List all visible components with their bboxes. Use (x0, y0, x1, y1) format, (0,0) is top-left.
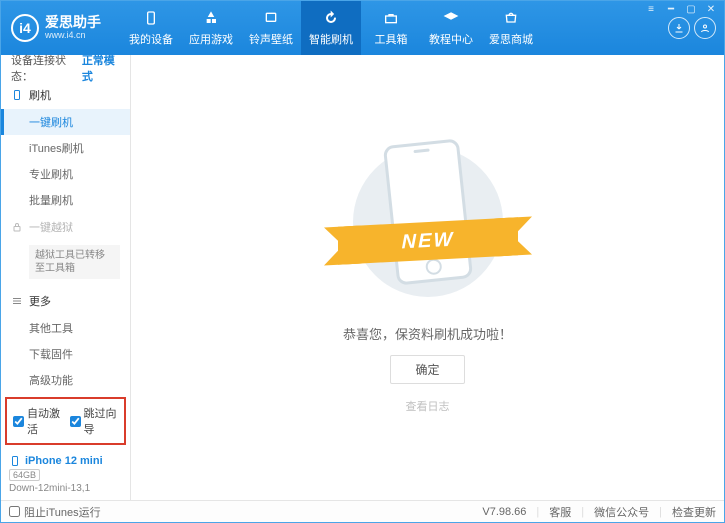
sidebar-item-download-firmware[interactable]: 下载固件 (1, 341, 130, 367)
sidebar: 设备连接状态： 正常模式 刷机 一键刷机 iTunes刷机 专业刷机 批量刷机 … (1, 55, 131, 500)
media-icon (262, 9, 280, 27)
success-illustration: NEW (338, 142, 518, 312)
nav-label: 应用游戏 (189, 31, 233, 47)
list-icon (11, 295, 23, 307)
sidebar-list: 刷机 一键刷机 iTunes刷机 专业刷机 批量刷机 一键越狱 越狱工具已转移至… (1, 81, 130, 393)
footer-service[interactable]: 客服 (549, 504, 571, 520)
titlebar: i4 爱思助手 www.i4.cn 我的设备 应用游戏 铃声壁纸 智能刷机 (1, 1, 724, 55)
nav-toolbox[interactable]: 工具箱 (361, 1, 421, 55)
phone-icon (142, 9, 160, 27)
main-content: NEW 恭喜您，保资料刷机成功啦！ 确定 查看日志 (131, 55, 724, 500)
footer-wechat[interactable]: 微信公众号 (594, 504, 649, 520)
nav-app-games[interactable]: 应用游戏 (181, 1, 241, 55)
status-bar: 阻止iTunes运行 V7.98.66 | 客服 | 微信公众号 | 检查更新 (1, 500, 724, 522)
download-icon[interactable] (668, 17, 690, 39)
main-nav: 我的设备 应用游戏 铃声壁纸 智能刷机 工具箱 教程中心 (121, 1, 668, 55)
status-value: 正常模式 (82, 52, 120, 84)
sidebar-item-other-tools[interactable]: 其他工具 (1, 315, 130, 341)
footer-check-update[interactable]: 检查更新 (672, 504, 716, 520)
body: 设备连接状态： 正常模式 刷机 一键刷机 iTunes刷机 专业刷机 批量刷机 … (1, 55, 724, 500)
checkbox-skip-guide[interactable]: 跳过向导 (70, 405, 119, 437)
window-controls: ≡ ━ ▢ ✕ (644, 3, 718, 15)
brand-url: www.i4.cn (45, 31, 101, 41)
nav-smart-flash[interactable]: 智能刷机 (301, 1, 361, 55)
success-message: 恭喜您，保资料刷机成功啦！ (343, 324, 512, 343)
menu-icon[interactable]: ≡ (644, 3, 658, 15)
grad-cap-icon (442, 9, 460, 27)
sidebar-options: 自动激活 跳过向导 (5, 397, 126, 445)
nav-label: 工具箱 (375, 31, 408, 47)
close-icon[interactable]: ✕ (704, 3, 718, 15)
device-storage-badge: 64GB (9, 469, 40, 481)
checkbox-block-itunes[interactable]: 阻止iTunes运行 (9, 504, 101, 520)
sidebar-head-jailbreak: 一键越狱 (1, 213, 130, 241)
logo-icon: i4 (11, 14, 39, 42)
sidebar-item-pro-flash[interactable]: 专业刷机 (1, 161, 130, 187)
app-window: ≡ ━ ▢ ✕ i4 爱思助手 www.i4.cn 我的设备 应用游戏 铃声壁纸 (0, 0, 725, 523)
sidebar-head-label: 更多 (29, 293, 51, 309)
sidebar-item-onekey-flash[interactable]: 一键刷机 (1, 109, 130, 135)
nav-store[interactable]: 爱思商城 (481, 1, 541, 55)
nav-label: 我的设备 (129, 31, 173, 47)
phone-icon (11, 89, 23, 101)
nav-my-device[interactable]: 我的设备 (121, 1, 181, 55)
sidebar-item-itunes-flash[interactable]: iTunes刷机 (1, 135, 130, 161)
nav-tutorials[interactable]: 教程中心 (421, 1, 481, 55)
sidebar-head-label: 一键越狱 (29, 219, 73, 235)
status-label: 设备连接状态： (11, 52, 78, 84)
nav-label: 智能刷机 (309, 31, 353, 47)
ok-button[interactable]: 确定 (390, 355, 464, 384)
minimize-icon[interactable]: ━ (664, 3, 678, 15)
sidebar-head-more[interactable]: 更多 (1, 287, 130, 315)
apps-icon (202, 9, 220, 27)
sidebar-item-batch-flash[interactable]: 批量刷机 (1, 187, 130, 213)
refresh-icon (322, 9, 340, 27)
checkbox-auto-activate[interactable]: 自动激活 (13, 405, 62, 437)
ribbon-text: NEW (401, 228, 454, 254)
lock-icon (11, 221, 23, 233)
maximize-icon[interactable]: ▢ (684, 3, 698, 15)
user-icon[interactable] (694, 17, 716, 39)
sidebar-head-label: 刷机 (29, 87, 51, 103)
device-name-label: iPhone 12 mini (25, 455, 103, 467)
sidebar-head-flash[interactable]: 刷机 (1, 81, 130, 109)
titlebar-right (668, 17, 724, 39)
view-log-link[interactable]: 查看日志 (406, 398, 450, 414)
nav-label: 铃声壁纸 (249, 31, 293, 47)
sidebar-item-advanced[interactable]: 高级功能 (1, 367, 130, 393)
version-label: V7.98.66 (482, 506, 526, 518)
app-logo: i4 爱思助手 www.i4.cn (1, 14, 121, 42)
toolbox-icon (382, 9, 400, 27)
connected-device[interactable]: iPhone 12 mini 64GB Down-12mini-13,1 (1, 449, 130, 500)
jailbreak-note: 越狱工具已转移至工具箱 (29, 245, 120, 279)
nav-ringtone-wallpaper[interactable]: 铃声壁纸 (241, 1, 301, 55)
nav-label: 爱思商城 (489, 31, 533, 47)
device-detail: Down-12mini-13,1 (9, 483, 122, 494)
phone-icon (9, 455, 21, 467)
store-icon (502, 9, 520, 27)
brand-name: 爱思助手 (45, 15, 101, 30)
device-status: 设备连接状态： 正常模式 (1, 55, 130, 81)
nav-label: 教程中心 (429, 31, 473, 47)
